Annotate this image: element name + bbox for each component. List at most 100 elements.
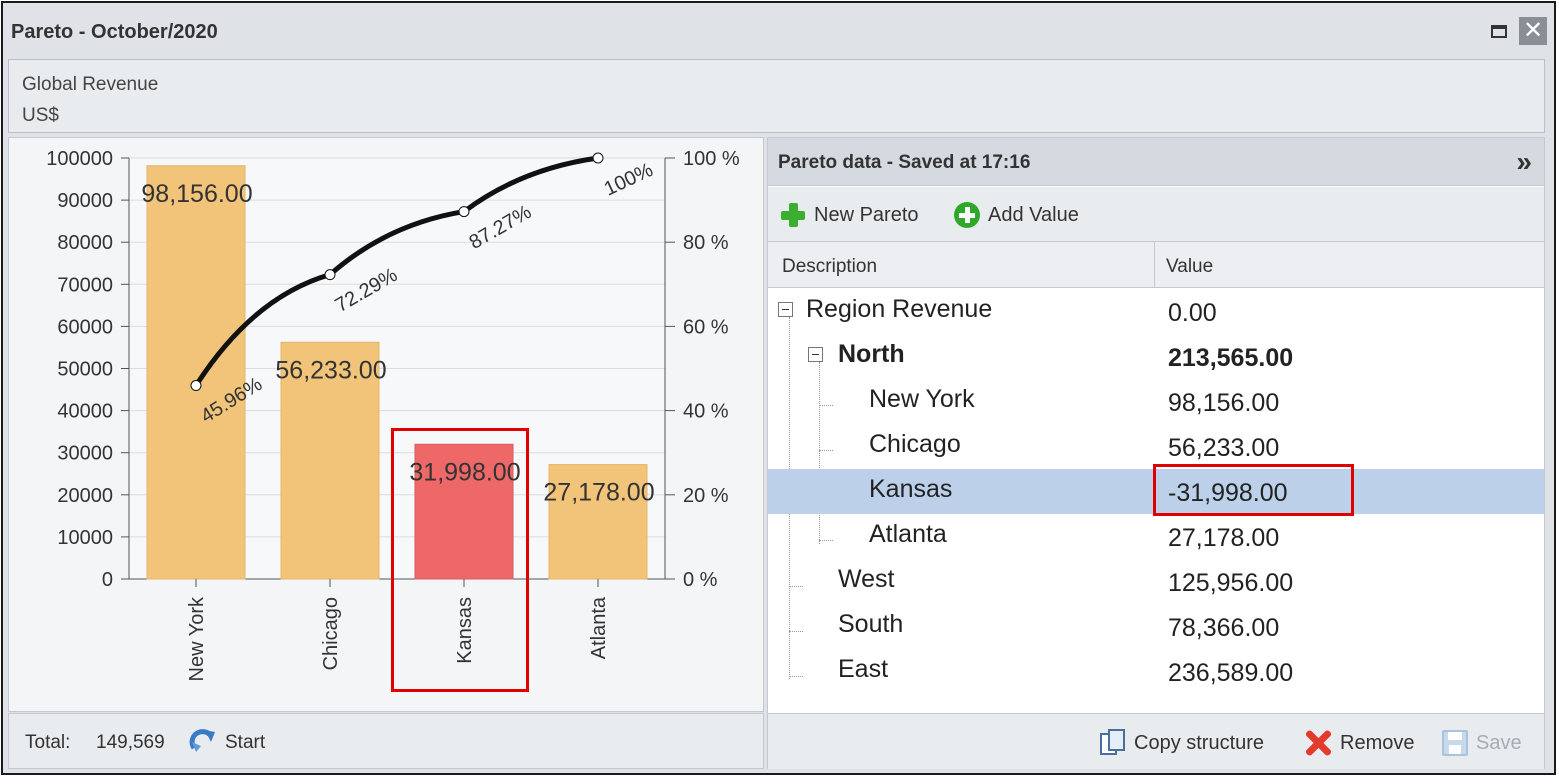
row-label: Kansas — [869, 475, 953, 503]
row-label: East — [838, 655, 889, 683]
row-value[interactable]: 56,233.00 — [1168, 434, 1279, 463]
column-value[interactable]: Value — [1166, 256, 1213, 278]
add-circle-icon — [954, 202, 980, 228]
bar-value-label: 31,998.00 — [409, 458, 520, 486]
cumulative-point — [592, 152, 604, 164]
row-value[interactable]: 213,565.00 — [1168, 344, 1293, 373]
title-bar: Pareto - October/2020 ✕ — [3, 3, 1554, 60]
copy-icon — [1100, 729, 1126, 757]
tree-row[interactable]: North 213,565.00 — [768, 334, 1544, 379]
cumulative-point — [324, 269, 336, 281]
save-icon — [1442, 730, 1468, 756]
tree-row[interactable]: New York 98,156.00 — [768, 379, 1544, 424]
total-label: Total: — [25, 732, 71, 753]
x-tick-label: Kansas — [454, 597, 476, 664]
save-label: Save — [1476, 731, 1522, 754]
chart-header: Global Revenue US$ — [8, 59, 1545, 133]
y-tick-label: 100000 — [46, 148, 113, 170]
row-label: West — [838, 565, 895, 593]
row-label: New York — [869, 385, 975, 413]
data-panel-title: Pareto data - Saved at 17:16 — [778, 152, 1031, 173]
tree-row[interactable]: East 236,589.00 — [768, 649, 1544, 694]
pareto-chart: 0 10000 20000 30000 40000 50000 60000 70000 8000… — [46, 148, 740, 682]
close-button[interactable]: ✕ — [1519, 17, 1547, 45]
cumulative-point — [458, 206, 470, 218]
cumulative-point — [190, 380, 202, 392]
maximize-icon — [1491, 25, 1507, 38]
bar-value-label: 98,156.00 — [141, 180, 252, 208]
row-label: South — [838, 610, 904, 638]
column-separator[interactable] — [1154, 242, 1155, 288]
y2-tick-label: 40 % — [683, 401, 729, 423]
y-tick-label: 50000 — [57, 359, 113, 381]
row-value[interactable]: 78,366.00 — [1168, 614, 1279, 643]
y-tick-label: 0 — [102, 569, 113, 591]
y2-tick-label: 20 % — [683, 485, 729, 507]
y2-tick-label: 60 % — [683, 316, 729, 338]
tree-row[interactable]: West 125,956.00 — [768, 559, 1544, 604]
row-value[interactable]: 125,956.00 — [1168, 569, 1293, 598]
y-tick-label: 80000 — [57, 232, 113, 254]
pareto-tree: Region Revenue 0.00 North 213,565.00 New… — [768, 289, 1544, 709]
tree-row[interactable]: Atlanta 27,178.00 — [768, 514, 1544, 559]
data-toolbar: New Pareto Add Value — [768, 187, 1544, 241]
collapse-icon[interactable] — [778, 302, 793, 317]
copy-structure-button[interactable]: Copy structure — [1100, 728, 1264, 758]
close-icon: ✕ — [1522, 17, 1544, 44]
tree-row[interactable]: Chicago 56,233.00 — [768, 424, 1544, 469]
y-tick-label: 30000 — [57, 443, 113, 465]
new-pareto-button[interactable]: New Pareto — [780, 201, 919, 229]
new-pareto-label: New Pareto — [814, 203, 919, 226]
chart-panel: 0 10000 20000 30000 40000 50000 60000 70000 8000… — [8, 137, 764, 712]
y2-tick-label: 0 % — [683, 569, 718, 591]
pareto-data-panel: Pareto data - Saved at 17:16 » New Paret… — [767, 137, 1545, 769]
grid-header: Description Value — [768, 241, 1544, 288]
y-tick-label: 20000 — [57, 485, 113, 507]
x-tick-label: New York — [186, 596, 208, 681]
tree-row[interactable]: Region Revenue 0.00 — [768, 289, 1544, 334]
y-tick-label: 70000 — [57, 274, 113, 296]
x-tick-label: Atlanta — [588, 596, 610, 659]
data-panel-header: Pareto data - Saved at 17:16 » — [768, 138, 1544, 186]
y-tick-label: 60000 — [57, 316, 113, 338]
start-button[interactable]: Start — [225, 732, 265, 754]
y-tick-label: 40000 — [57, 401, 113, 423]
row-value[interactable]: 27,178.00 — [1168, 524, 1279, 553]
row-label: Chicago — [869, 430, 961, 458]
row-value[interactable]: 236,589.00 — [1168, 659, 1293, 688]
window-title: Pareto - October/2020 — [11, 21, 218, 43]
row-value[interactable]: 0.00 — [1168, 299, 1217, 328]
bar-value-label: 56,233.00 — [275, 356, 386, 384]
y-tick-label: 10000 — [57, 527, 113, 549]
row-label: North — [838, 340, 905, 368]
plus-icon — [780, 202, 806, 228]
maximize-button[interactable] — [1485, 17, 1513, 45]
bar-value-label: 27,178.00 — [543, 479, 654, 507]
column-description[interactable]: Description — [782, 256, 877, 278]
y2-tick-label: 80 % — [683, 232, 729, 254]
chart-title: Global Revenue — [22, 74, 159, 95]
bar-new-york — [146, 165, 246, 580]
tree-row[interactable]: South 78,366.00 — [768, 604, 1544, 649]
refresh-icon[interactable] — [187, 728, 217, 756]
x-tick-label: Chicago — [320, 597, 342, 670]
collapse-panel-icon[interactable]: » — [1516, 146, 1532, 178]
currency-label: US$ — [22, 105, 59, 126]
row-value-edit[interactable]: -31,998.00 — [1168, 479, 1288, 508]
save-button[interactable]: Save — [1442, 728, 1522, 758]
add-value-button[interactable]: Add Value — [954, 201, 1079, 229]
remove-button[interactable]: Remove — [1304, 728, 1414, 758]
y2-tick-label: 100 % — [683, 148, 740, 170]
add-value-label: Add Value — [988, 203, 1079, 226]
chart-footer: Total: 149,569 Start — [8, 713, 764, 769]
remove-x-icon — [1304, 729, 1332, 757]
data-panel-footer: Copy structure Remove Save — [768, 713, 1544, 769]
row-label: Region Revenue — [806, 295, 993, 323]
collapse-icon[interactable] — [808, 347, 823, 362]
row-label: Atlanta — [869, 520, 947, 548]
row-value[interactable]: 98,156.00 — [1168, 389, 1279, 418]
total-value: 149,569 — [96, 732, 165, 753]
tree-row-selected[interactable]: Kansas -31,998.00 — [768, 469, 1544, 514]
y-tick-label: 90000 — [57, 190, 113, 212]
copy-structure-label: Copy structure — [1134, 731, 1265, 754]
